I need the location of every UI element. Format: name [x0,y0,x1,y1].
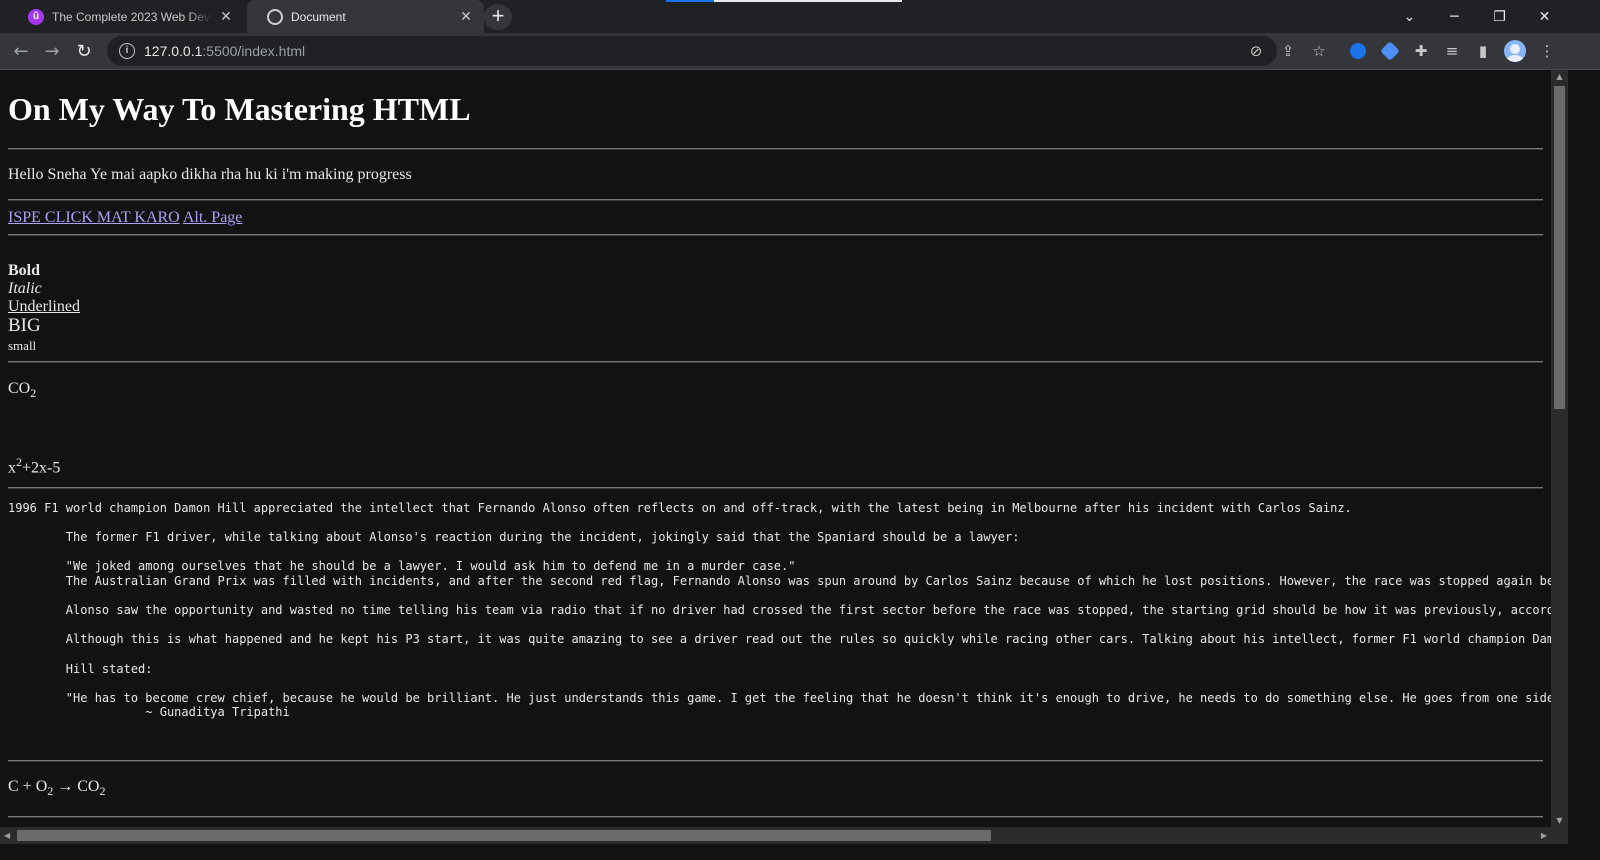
quadratic-expression: x2+2x-5 [8,455,61,477]
web-page: On My Way To Mastering HTML Hello Sneha … [0,70,1551,827]
tab-close-icon[interactable]: ✕ [218,8,234,25]
divider [8,487,1543,489]
site-info-icon[interactable]: i [119,43,135,59]
globe-icon [267,8,283,25]
minimize-button[interactable]: ─ [1432,0,1477,33]
divider [8,361,1543,363]
greeting-text: Hello Sneha Ye mai aapko dikha rha hu ki… [8,166,412,183]
extensions-puzzle-icon[interactable]: ✚ [1410,40,1432,62]
forward-button[interactable]: → [38,37,66,65]
scroll-down-icon[interactable]: ▼ [1551,816,1568,825]
scrollbar-corner [1551,827,1568,844]
tab-udemy[interactable]: û The Complete 2023 Web Development Boot… [8,0,244,33]
divider [8,816,1543,818]
side-panel-icon[interactable]: ▮ [1472,40,1494,62]
horizontal-scrollbar[interactable]: ◀ ▶ [0,827,1551,844]
scroll-left-icon[interactable]: ◀ [4,827,10,844]
url-path: :5500/index.html [202,43,306,59]
divider [8,760,1543,762]
page-heading: On My Way To Mastering HTML [8,91,471,127]
co2-formula: CO2 [8,380,37,401]
vertical-scrollbar[interactable]: ▲ ▼ [1551,70,1568,827]
close-window-button[interactable]: ✕ [1522,0,1567,33]
chemical-reaction: C + O2 → CO2 [8,778,106,799]
link-ispe-click[interactable]: ISPE CLICK MAT KARO [8,209,180,226]
profile-avatar[interactable] [1504,40,1526,62]
vertical-scroll-thumb[interactable] [1554,86,1565,409]
udemy-icon: û [28,8,44,25]
restore-button[interactable]: ❐ [1477,0,1522,33]
underlined-text: Underlined [8,298,80,315]
divider [8,148,1543,150]
links-row: ISPE CLICK MAT KARO Alt. Page [8,209,242,227]
extension-blue-icon[interactable] [1347,40,1369,62]
tab-document[interactable]: Document ✕ [247,0,484,33]
tab-strip: û The Complete 2023 Web Development Boot… [0,0,1600,33]
browser-toolbar: ← → ↻ i 127.0.0.1:5500/index.html ⊘ ⇪ ☆ … [0,33,1600,70]
tab-search-icon[interactable]: ⌄ [1387,0,1432,33]
address-bar[interactable]: i 127.0.0.1:5500/index.html [107,36,1277,66]
divider [8,199,1543,201]
bookmark-star-icon[interactable]: ☆ [1308,40,1330,62]
menu-kebab-icon[interactable]: ⋮ [1536,40,1558,62]
link-alt-page[interactable]: Alt. Page [183,209,243,226]
tab-title: Document [291,9,346,24]
tab-close-icon[interactable]: ✕ [458,8,474,25]
alonso-article-pre: 1996 F1 world champion Damon Hill apprec… [8,501,1551,720]
bold-text: Bold [8,262,41,279]
scroll-up-icon[interactable]: ▲ [1551,72,1568,81]
divider [8,234,1543,236]
italic-text: Italic [8,280,42,297]
tab-title: The Complete 2023 Web Development Bootca… [52,9,212,24]
loading-indicator [666,0,902,2]
big-text: BIG [8,315,41,336]
window-edge [1568,70,1600,860]
new-tab-button[interactable]: + [484,4,512,30]
horizontal-scroll-thumb[interactable] [17,830,991,841]
back-button[interactable]: ← [7,37,35,65]
window-edge [0,844,1600,860]
url-host: 127.0.0.1 [144,43,203,59]
scroll-right-icon[interactable]: ▶ [1541,827,1547,844]
share-icon[interactable]: ⇪ [1277,40,1299,62]
extension-shield-icon[interactable] [1379,40,1401,62]
small-text: small [8,338,37,353]
reading-list-icon[interactable]: ≡ [1441,40,1463,62]
reload-button[interactable]: ↻ [70,37,98,65]
tracking-off-icon[interactable]: ⊘ [1245,40,1267,62]
